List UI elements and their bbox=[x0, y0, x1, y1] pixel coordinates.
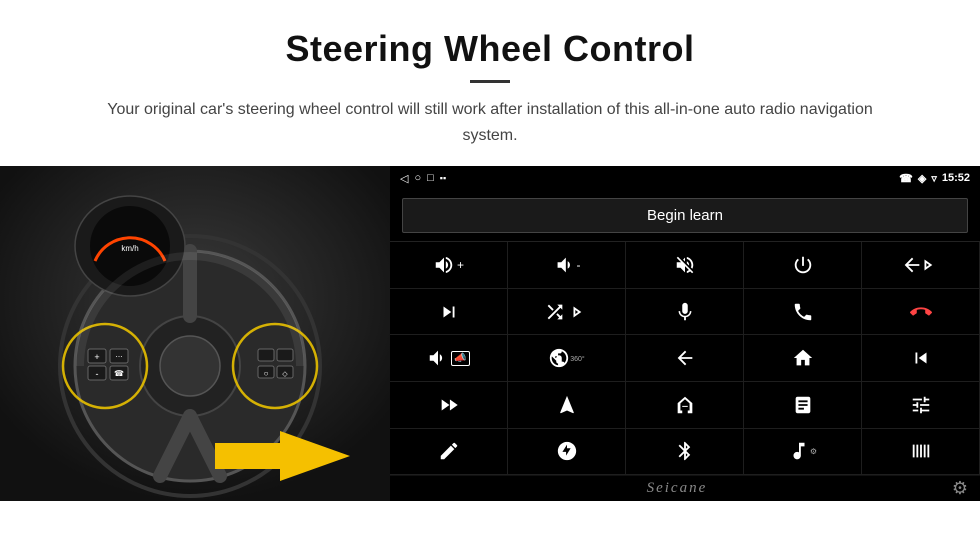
recent-nav-icon[interactable]: □ bbox=[427, 172, 434, 184]
recorder-button[interactable] bbox=[744, 382, 862, 429]
navigate-button[interactable] bbox=[508, 382, 626, 429]
skip-next-button[interactable] bbox=[390, 289, 508, 336]
phone-end-button[interactable] bbox=[862, 289, 980, 336]
page-title: Steering Wheel Control bbox=[60, 28, 920, 70]
horn-button[interactable]: 📣 bbox=[390, 335, 508, 382]
status-left: ◁ ○ □ ▪▪ bbox=[400, 172, 446, 185]
location-icon: ◈ bbox=[918, 172, 926, 185]
vol-down-button[interactable]: - bbox=[508, 242, 626, 289]
back-button[interactable] bbox=[626, 335, 744, 382]
begin-learn-row: Begin learn bbox=[390, 190, 980, 241]
status-right: ☎ ◈ ▿ 15:52 bbox=[899, 172, 970, 185]
status-bar: ◁ ○ □ ▪▪ ☎ ◈ ▿ 15:52 bbox=[390, 166, 980, 190]
header-section: Steering Wheel Control Your original car… bbox=[0, 0, 980, 166]
seicane-watermark: Seicane bbox=[647, 480, 708, 497]
target-button[interactable] bbox=[508, 429, 626, 476]
audio-levels-button[interactable] bbox=[862, 429, 980, 476]
svg-text:-: - bbox=[96, 369, 99, 379]
signal-icon: ▪▪ bbox=[440, 173, 446, 183]
power-button[interactable] bbox=[744, 242, 862, 289]
content-section: + - ⋯ ☎ ○ ◇ bbox=[0, 166, 980, 501]
gear-icon[interactable]: ⚙ bbox=[952, 478, 968, 499]
fast-forward-button[interactable] bbox=[390, 382, 508, 429]
back-nav-icon[interactable]: ◁ bbox=[400, 172, 408, 185]
music-settings-button[interactable]: ⚙ bbox=[744, 429, 862, 476]
home-nav-icon[interactable]: ○ bbox=[414, 172, 421, 184]
svg-text:⋯: ⋯ bbox=[116, 354, 123, 361]
phone-answer-button[interactable] bbox=[744, 289, 862, 336]
mute-button[interactable] bbox=[626, 242, 744, 289]
phone-prev-button[interactable] bbox=[862, 242, 980, 289]
svg-text:km/h: km/h bbox=[121, 244, 138, 253]
controls-grid: + - bbox=[390, 241, 980, 475]
eq-button[interactable] bbox=[626, 382, 744, 429]
camera360-button[interactable]: 360° bbox=[508, 335, 626, 382]
home-button[interactable] bbox=[744, 335, 862, 382]
pen-button[interactable] bbox=[390, 429, 508, 476]
svg-text:◇: ◇ bbox=[282, 371, 288, 378]
page-wrapper: Steering Wheel Control Your original car… bbox=[0, 0, 980, 501]
shuffle-button[interactable] bbox=[508, 289, 626, 336]
phone-icon: ☎ bbox=[899, 172, 913, 185]
subtitle: Your original car's steering wheel contr… bbox=[90, 97, 890, 148]
time-display: 15:52 bbox=[942, 172, 970, 184]
svg-text:○: ○ bbox=[264, 369, 269, 378]
wifi-icon: ▿ bbox=[931, 172, 937, 185]
skip-to-start-button[interactable] bbox=[862, 335, 980, 382]
begin-learn-button[interactable]: Begin learn bbox=[402, 198, 968, 233]
title-divider bbox=[470, 80, 510, 83]
mixer-button[interactable] bbox=[862, 382, 980, 429]
android-ui: ◁ ○ □ ▪▪ ☎ ◈ ▿ 15:52 Begin learn bbox=[390, 166, 980, 501]
bottom-bar: Seicane ⚙ bbox=[390, 475, 980, 501]
mic-button[interactable] bbox=[626, 289, 744, 336]
bluetooth-button[interactable] bbox=[626, 429, 744, 476]
svg-text:☎: ☎ bbox=[114, 369, 124, 378]
vol-up-button[interactable]: + bbox=[390, 242, 508, 289]
car-image: + - ⋯ ☎ ○ ◇ bbox=[0, 166, 390, 501]
svg-text:+: + bbox=[94, 352, 99, 362]
